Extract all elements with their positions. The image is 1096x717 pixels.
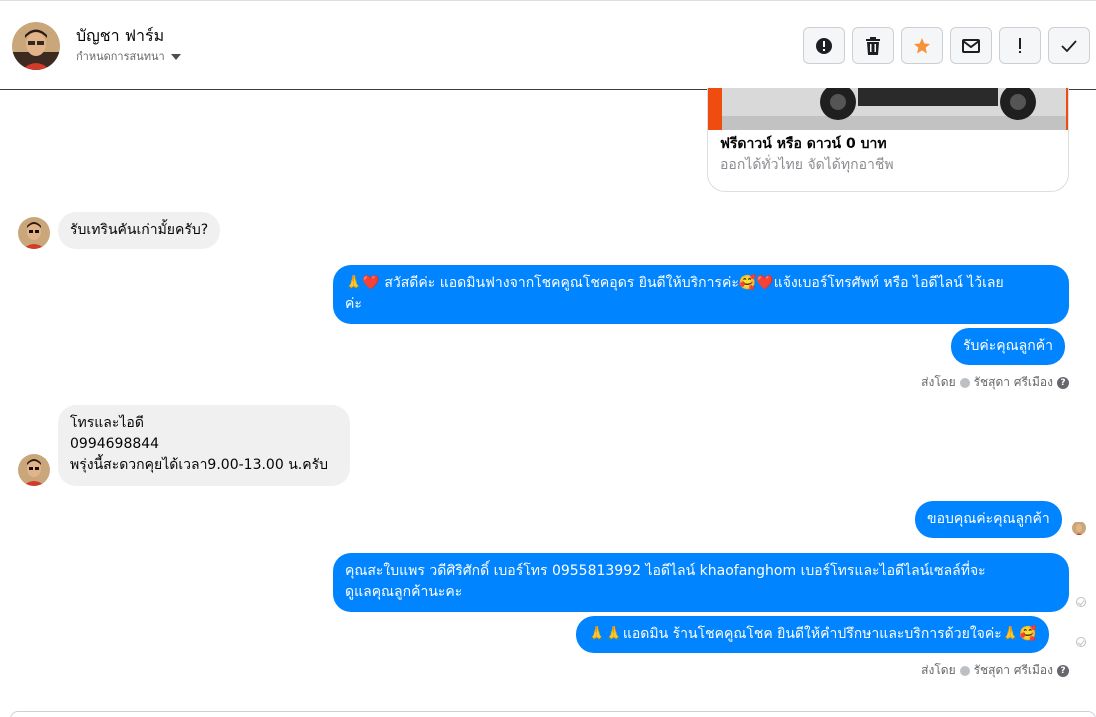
sender-name: รัชสุดา ศรีเมือง	[973, 375, 1053, 389]
sent-by-info: ส่งโดย รัชสุดา ศรีเมือง ?	[921, 661, 1069, 680]
message-text: รับค่ะคุณลูกค้า	[963, 338, 1053, 354]
sent-by-info: ส่งโดย รัชสุดา ศรีเมือง ?	[921, 373, 1069, 392]
outgoing-message: 🙏❤️ สวัสดีค่ะ แอดมินฟางจากโชคคูณโชคอุดร …	[333, 265, 1069, 324]
card-image-accent-right	[1066, 88, 1068, 130]
message-text: 🙏🙏แอดมิน ร้านโชคคูณโชค ยินดีให้คำปรึกษาแ…	[588, 626, 1037, 642]
mail-icon	[962, 38, 980, 53]
caret-down-icon	[170, 53, 181, 60]
message-composer[interactable]	[10, 711, 1096, 717]
alert-icon	[816, 37, 832, 54]
message-text-time: พรุ่งนี้สะดวกคุยได้เวลา9.00-13.00 น.ครับ	[70, 457, 328, 473]
delete-button[interactable]	[852, 27, 894, 64]
outgoing-message: ขอบคุณค่ะคุณลูกค้า	[915, 501, 1062, 538]
card-image-accent	[708, 88, 722, 130]
ad-card-image	[708, 88, 1068, 130]
seen-avatar	[1072, 521, 1086, 535]
ad-card-subtitle: ออกได้ทั่วไทย จัดได้ทุกอาชีพ	[720, 157, 894, 173]
delivered-icon	[1076, 597, 1086, 607]
user-icon	[959, 665, 970, 676]
contact-avatar[interactable]	[12, 22, 60, 70]
user-icon	[959, 377, 970, 388]
outgoing-message: 🙏🙏แอดมิน ร้านโชคคูณโชค ยินดีให้คำปรึกษาแ…	[576, 616, 1049, 653]
mark-done-button[interactable]	[1048, 27, 1090, 64]
sender-name: รัชสุดา ศรีเมือง	[973, 663, 1053, 677]
message-text: รับเทรินคันเก่ามั้ยครับ?	[70, 222, 209, 238]
alert-button[interactable]	[803, 27, 845, 64]
incoming-message: โทรและไอดี 0994698844 พรุ่งนี้สะดวกคุยได…	[58, 405, 350, 486]
assign-label: กำหนดการสนทนา	[76, 50, 165, 63]
customer-avatar[interactable]	[18, 454, 50, 486]
message-text: โทรและไอดี	[70, 415, 144, 431]
outgoing-message: คุณสะใบแพร วดีศิริศักดิ์ เบอร์โทร 095581…	[333, 553, 1069, 612]
header-actions	[803, 27, 1090, 64]
ad-card[interactable]: ฟรีดาวน์ หรือ ดาวน์ 0 บาท ออกได้ทั่วไทย …	[707, 88, 1069, 192]
message-text: ขอบคุณค่ะคุณลูกค้า	[927, 511, 1050, 527]
check-icon	[1061, 39, 1077, 52]
message-text-phone: 0994698844	[70, 436, 160, 452]
message-text: 🙏❤️ สวัสดีค่ะ แอดมินฟางจากโชคคูณโชคอุดร …	[345, 275, 1004, 291]
sent-by-label: ส่งโดย	[921, 375, 956, 389]
assign-conversation-dropdown[interactable]: กำหนดการสนทนา	[76, 47, 181, 65]
exclamation-icon	[1019, 37, 1021, 53]
sent-by-label: ส่งโดย	[921, 663, 956, 677]
help-icon[interactable]: ?	[1057, 664, 1069, 677]
help-icon[interactable]: ?	[1057, 376, 1069, 389]
conversation-header: บัญชา ฟาร์ม กำหนดการสนทนา	[0, 0, 1096, 90]
message-text: คุณสะใบแพร วดีศิริศักดิ์ เบอร์โทร 095581…	[345, 563, 986, 579]
star-icon	[914, 37, 930, 53]
delivered-icon	[1076, 637, 1086, 647]
mail-button[interactable]	[950, 27, 992, 64]
message-text-continued: ค่ะ	[345, 296, 362, 312]
contact-name: บัญชา ฟาร์ม	[76, 26, 165, 45]
customer-avatar[interactable]	[18, 217, 50, 249]
message-text-continued: ดูแลคุณลูกค้านะคะ	[345, 584, 463, 600]
spam-button[interactable]	[999, 27, 1041, 64]
star-button[interactable]	[901, 27, 943, 64]
trash-icon	[866, 36, 880, 55]
truck-image	[722, 88, 1066, 130]
outgoing-message: รับค่ะคุณลูกค้า	[951, 328, 1065, 365]
incoming-message: รับเทรินคันเก่ามั้ยครับ?	[58, 212, 221, 249]
ad-card-title: ฟรีดาวน์ หรือ ดาวน์ 0 บาท	[720, 136, 887, 152]
